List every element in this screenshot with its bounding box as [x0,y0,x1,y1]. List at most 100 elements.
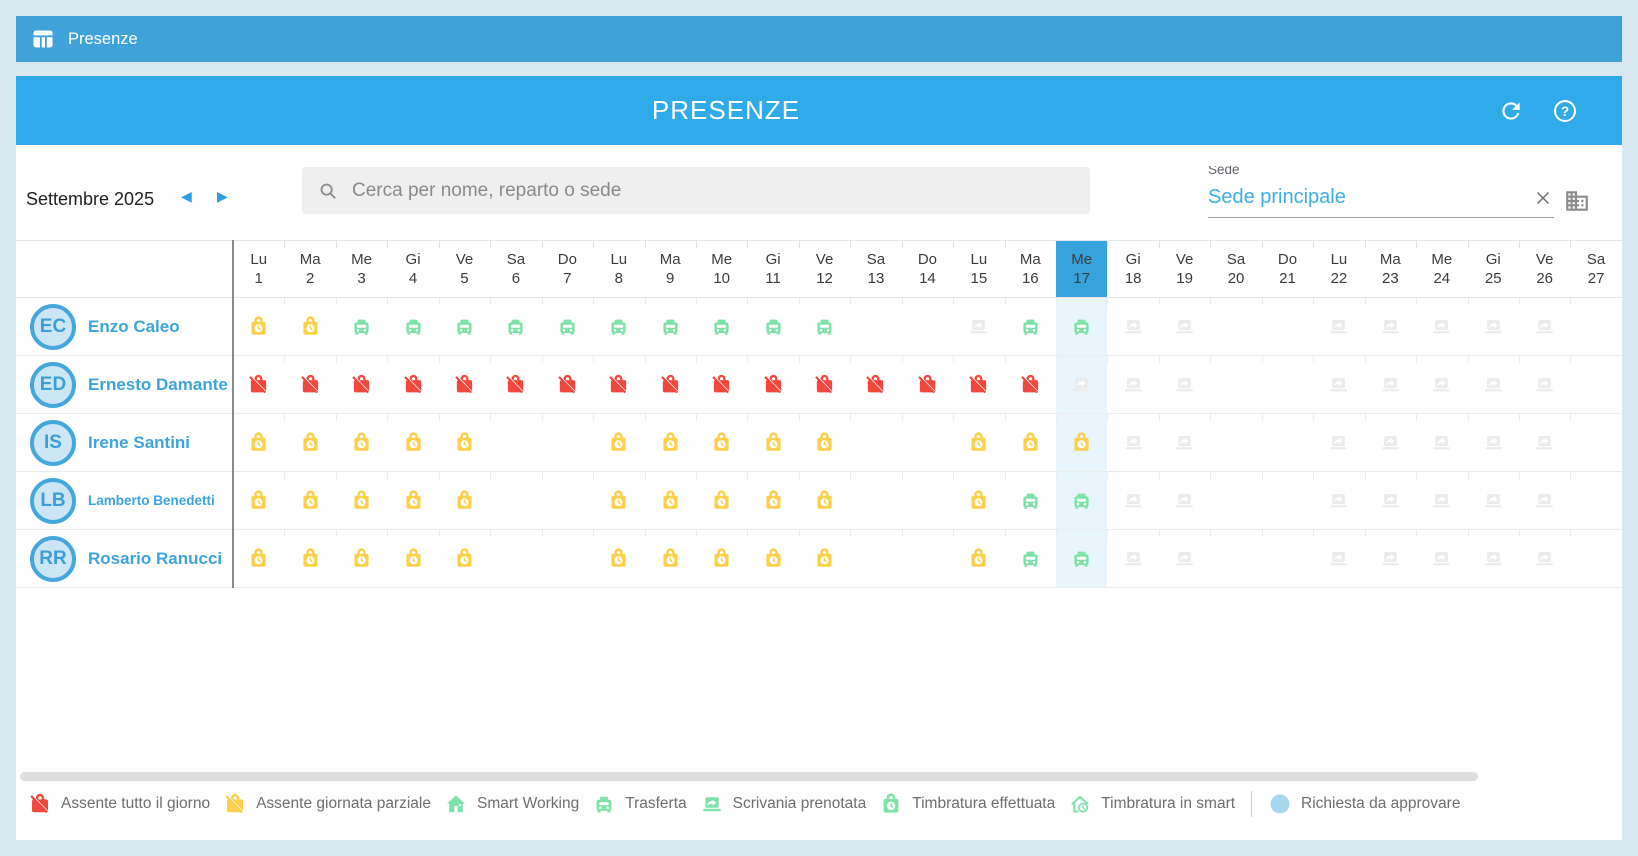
prev-month-button[interactable]: ◀ [181,186,192,206]
grid-cell[interactable] [1365,298,1416,355]
grid-cell[interactable] [696,472,747,529]
grid-cell[interactable] [1107,530,1158,587]
day-header[interactable]: Gi11 [747,241,798,297]
grid-cell[interactable] [1519,356,1570,413]
clear-sede-icon[interactable] [1532,187,1554,209]
grid-cell[interactable] [1365,530,1416,587]
grid-cell[interactable] [1570,530,1621,587]
grid-cell[interactable] [953,472,1004,529]
grid-cell[interactable] [1159,356,1210,413]
employee-name[interactable]: Rosario Ranucci [88,549,222,569]
grid-cell[interactable] [1519,472,1570,529]
grid-cell[interactable] [1416,414,1467,471]
grid-cell[interactable] [1416,298,1467,355]
grid-cell[interactable] [1416,356,1467,413]
grid-cell[interactable] [284,530,335,587]
grid-cell[interactable] [1313,530,1364,587]
grid-cell[interactable] [696,530,747,587]
grid-cell[interactable] [1210,356,1261,413]
grid-cell[interactable] [542,356,593,413]
grid-cell[interactable] [593,298,644,355]
grid-cell[interactable] [1262,530,1313,587]
grid-cell[interactable] [233,298,284,355]
grid-cell[interactable] [387,298,438,355]
grid-cell[interactable] [645,356,696,413]
grid-cell[interactable] [1519,414,1570,471]
grid-cell[interactable] [233,530,284,587]
day-header[interactable]: Gi18 [1107,241,1158,297]
grid-cell[interactable] [542,414,593,471]
day-header[interactable]: Me10 [696,241,747,297]
grid-cell[interactable] [1416,530,1467,587]
building-icon[interactable] [1564,188,1590,214]
grid-cell[interactable] [1519,530,1570,587]
grid-cell[interactable] [1210,414,1261,471]
grid-cell[interactable] [1365,356,1416,413]
grid-cell[interactable] [902,298,953,355]
grid-cell[interactable] [1005,298,1056,355]
grid-cell[interactable] [1468,472,1519,529]
grid-cell[interactable] [284,298,335,355]
grid-cell[interactable] [542,472,593,529]
grid-cell[interactable] [1107,298,1158,355]
grid-cell[interactable] [850,530,901,587]
grid-cell[interactable] [1056,298,1107,355]
grid-cell[interactable] [1056,356,1107,413]
day-header[interactable]: Lu15 [953,241,1004,297]
day-header[interactable]: Ve19 [1159,241,1210,297]
grid-cell[interactable] [799,414,850,471]
grid-cell[interactable] [1570,356,1621,413]
grid-cell[interactable] [490,530,541,587]
grid-cell[interactable] [1313,414,1364,471]
grid-cell[interactable] [284,472,335,529]
grid-cell[interactable] [953,356,1004,413]
grid-cell[interactable] [1210,298,1261,355]
grid-cell[interactable] [387,414,438,471]
day-header[interactable]: Me3 [336,241,387,297]
grid-cell[interactable] [645,472,696,529]
day-header[interactable]: Lu8 [593,241,644,297]
grid-cell[interactable] [1519,298,1570,355]
day-header[interactable]: Ma2 [284,241,335,297]
grid-cell[interactable] [902,356,953,413]
grid-cell[interactable] [953,414,1004,471]
day-header[interactable]: Sa13 [850,241,901,297]
grid-cell[interactable] [233,414,284,471]
grid-cell[interactable] [747,530,798,587]
day-header[interactable]: Ma23 [1365,241,1416,297]
grid-cell[interactable] [799,298,850,355]
grid-cell[interactable] [387,472,438,529]
grid-cell[interactable] [439,530,490,587]
grid-cell[interactable] [284,356,335,413]
refresh-icon[interactable] [1498,98,1524,124]
day-header-selected[interactable]: Me17 [1056,241,1107,297]
day-header[interactable]: Sa20 [1210,241,1261,297]
employee-name[interactable]: Enzo Caleo [88,317,180,337]
grid-cell[interactable] [1313,472,1364,529]
grid-cell[interactable] [490,356,541,413]
grid-cell[interactable] [593,414,644,471]
grid-cell[interactable] [387,530,438,587]
grid-cell[interactable] [1210,530,1261,587]
day-header[interactable]: Ve5 [439,241,490,297]
grid-cell[interactable] [1262,298,1313,355]
day-header[interactable]: Me24 [1416,241,1467,297]
grid-cell[interactable] [902,414,953,471]
grid-cell[interactable] [747,356,798,413]
grid-cell[interactable] [439,356,490,413]
grid-cell[interactable] [645,530,696,587]
grid-cell[interactable] [336,472,387,529]
grid-cell[interactable] [439,472,490,529]
grid-cell[interactable] [490,414,541,471]
day-header[interactable]: Ma16 [1005,241,1056,297]
grid-cell[interactable] [1159,298,1210,355]
grid-cell[interactable] [1056,530,1107,587]
grid-cell[interactable] [1005,356,1056,413]
help-icon[interactable]: ? [1552,98,1578,124]
grid-cell[interactable] [747,414,798,471]
day-header[interactable]: Do21 [1262,241,1313,297]
grid-cell[interactable] [953,530,1004,587]
grid-cell[interactable] [439,414,490,471]
grid-cell[interactable] [799,472,850,529]
grid-cell[interactable] [1005,472,1056,529]
